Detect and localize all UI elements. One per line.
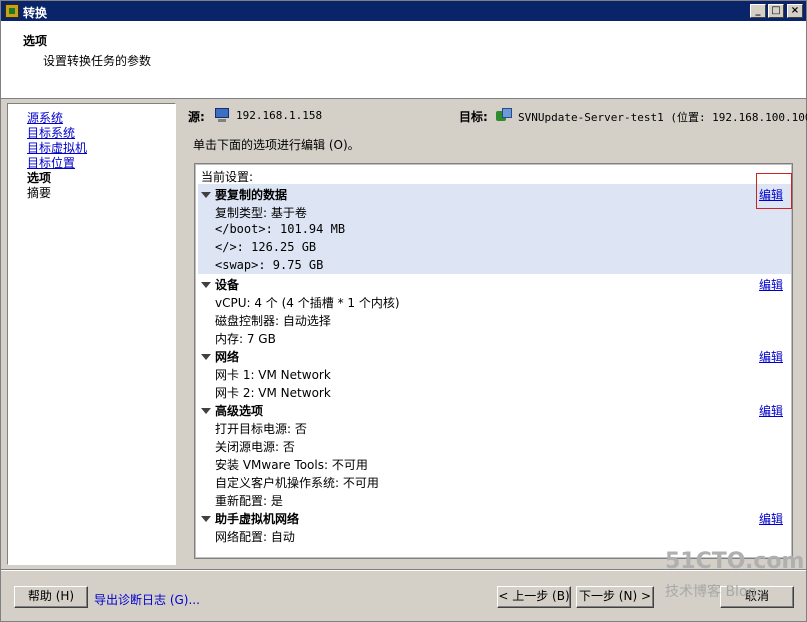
sidebar-item-options: 选项 (27, 171, 52, 185)
title-bar[interactable]: 转换 _ □ × (1, 1, 806, 21)
setting-customize-guest-os: 自定义客户机操作系统: 不可用 (215, 476, 379, 490)
collapse-triangle-icon[interactable] (201, 408, 211, 414)
section-advanced-options[interactable]: 高级选项 (201, 402, 263, 419)
sidebar-item-source-system[interactable]: 源系统 (27, 111, 63, 125)
collapse-triangle-icon[interactable] (201, 282, 211, 288)
sidebar-item-target-vm[interactable]: 目标虚拟机 (27, 141, 87, 155)
setting-power-off-source: 关闭源电源: 否 (215, 440, 295, 454)
setting-install-vmware-tools: 安装 VMware Tools: 不可用 (215, 458, 368, 472)
setting-vcpu: vCPU: 4 个 (4 个插槽 * 1 个内核) (215, 296, 400, 310)
setting-power-on-target: 打开目标电源: 否 (215, 422, 307, 436)
page-subtitle: 设置转换任务的参数 (43, 54, 152, 68)
collapse-triangle-icon[interactable] (201, 192, 211, 198)
setting-nic-1: 网卡 1: VM Network (215, 368, 331, 382)
setting-disk-controller: 磁盘控制器: 自动选择 (215, 314, 331, 328)
close-button[interactable]: × (787, 4, 803, 18)
virtual-machine-icon (496, 108, 512, 124)
page-title: 选项 (23, 34, 48, 48)
section-devices[interactable]: 设备 (201, 276, 239, 293)
cancel-button[interactable]: 取消 (720, 586, 794, 608)
maximize-button[interactable]: □ (768, 4, 784, 18)
source-ip: 192.168.1.158 (236, 109, 323, 122)
back-button[interactable]: < 上一步 (B) (497, 586, 571, 608)
edit-networks-link[interactable]: 编辑 (759, 348, 783, 365)
collapse-triangle-icon[interactable] (201, 354, 211, 360)
instruction-text: 单击下面的选项进行编辑 (O)。 (193, 138, 360, 152)
setting-root-volume: </>: 126.25 GB (215, 240, 317, 254)
next-button[interactable]: 下一步 (N) > (576, 586, 654, 608)
export-diagnostic-logs-link[interactable]: 导出诊断日志 (G)... (94, 591, 200, 608)
window-title: 转换 (23, 6, 48, 20)
setting-copy-type: 复制类型: 基于卷 (215, 206, 307, 220)
settings-list[interactable]: 当前设置: 要复制的数据 复制类型: 基于卷 </boot>: 101.94 M… (194, 163, 793, 559)
edit-helper-vm-network-link[interactable]: 编辑 (759, 510, 783, 527)
converter-window: 转换 _ □ × 选项 设置转换任务的参数 源系统 目标系统 目标虚拟机 目标位… (0, 0, 807, 622)
help-button[interactable]: 帮助 (H) (14, 586, 88, 608)
edit-link-highlight-box (756, 173, 792, 209)
collapse-triangle-icon[interactable] (201, 516, 211, 522)
edit-devices-link[interactable]: 编辑 (759, 276, 783, 293)
section-helper-vm-network[interactable]: 助手虚拟机网络 (201, 510, 299, 527)
current-settings-heading: 当前设置: (201, 170, 254, 184)
setting-nic-2: 网卡 2: VM Network (215, 386, 331, 400)
setting-network-config: 网络配置: 自动 (215, 530, 295, 544)
section-networks[interactable]: 网络 (201, 348, 239, 365)
setting-swap-volume: <swap>: 9.75 GB (215, 258, 324, 272)
target-label: 目标: (459, 110, 488, 124)
source-target-row: 源: 192.168.1.158 目标: SVNUpdate-Server-te… (188, 108, 807, 124)
app-icon (5, 4, 19, 18)
minimize-button[interactable]: _ (750, 4, 766, 18)
edit-advanced-options-link[interactable]: 编辑 (759, 402, 783, 419)
computer-icon (214, 108, 230, 122)
sidebar-item-target-system[interactable]: 目标系统 (27, 126, 75, 140)
setting-memory: 内存: 7 GB (215, 332, 276, 346)
target-vm-info: SVNUpdate-Server-test1 (位置: 192.168.100.… (518, 111, 807, 124)
sidebar-item-summary: 摘要 (27, 186, 52, 200)
source-label: 源: (188, 110, 205, 124)
setting-reconfigure: 重新配置: 是 (215, 494, 283, 508)
section-data-to-copy[interactable]: 要复制的数据 (201, 186, 287, 203)
setting-boot-volume: </boot>: 101.94 MB (215, 222, 346, 236)
header-panel: 选项 设置转换任务的参数 (1, 21, 806, 99)
wizard-steps-sidebar: 源系统 目标系统 目标虚拟机 目标位置 选项 摘要 (7, 103, 176, 565)
sidebar-item-target-location[interactable]: 目标位置 (27, 156, 75, 170)
